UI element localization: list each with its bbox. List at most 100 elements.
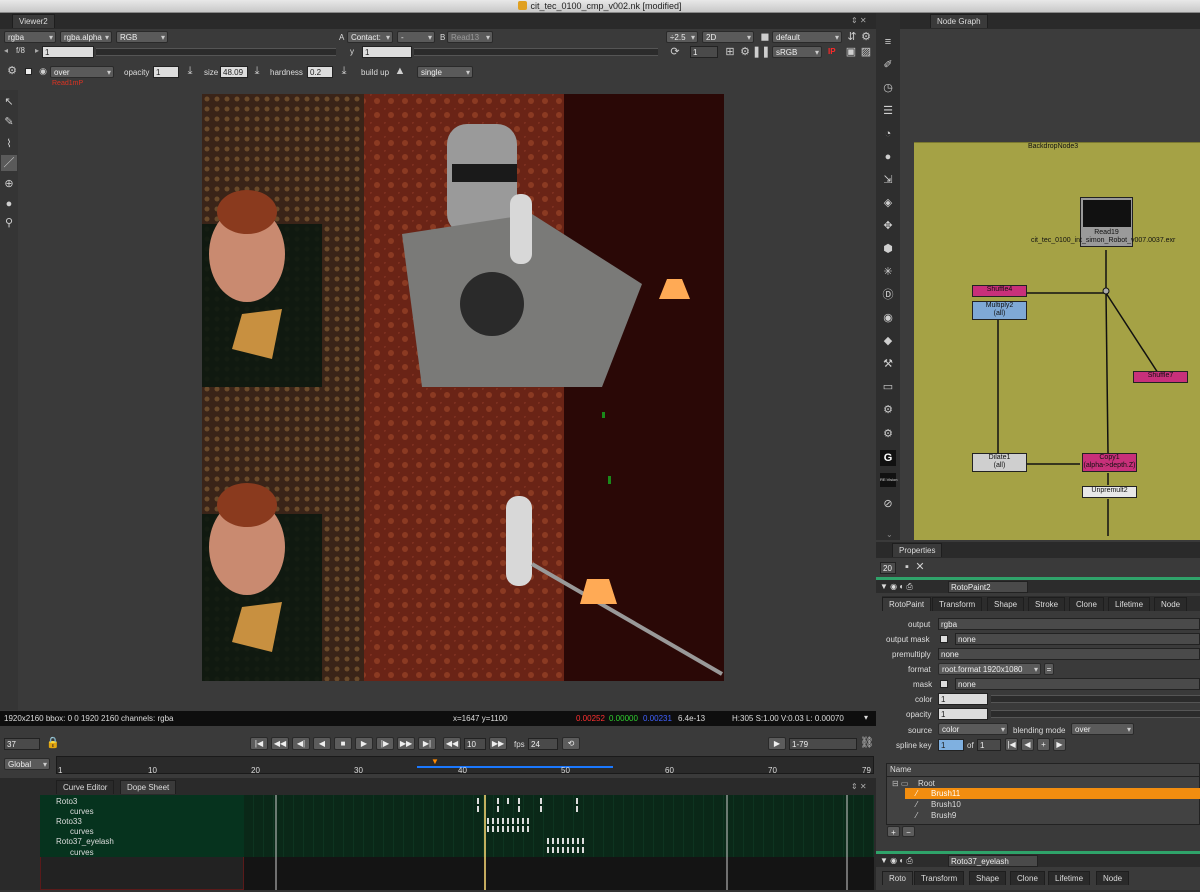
gizmo-g-icon[interactable]: G — [880, 450, 896, 466]
key-add-button[interactable]: + — [1037, 738, 1050, 751]
tab-shape[interactable]: Shape — [987, 597, 1025, 611]
key-prev-button[interactable]: ◀ — [1021, 738, 1034, 751]
node-copy1[interactable]: Copy1 (alpha->depth.Z) — [1082, 453, 1137, 472]
tab-dope-sheet[interactable]: Dope Sheet — [120, 780, 177, 794]
tab2-node[interactable]: Node — [1096, 871, 1130, 885]
increment-field[interactable]: 10 — [464, 738, 486, 750]
remove-layer-button[interactable]: − — [902, 826, 915, 837]
select-tool-icon[interactable]: ↖ — [1, 94, 17, 110]
buildup-icon[interactable]: ▲ — [392, 63, 408, 79]
brush-tool-icon[interactable]: ／ — [1, 155, 17, 171]
size-anim-icon[interactable]: ⤓ — [249, 63, 265, 79]
fps-field[interactable]: 24 — [528, 738, 558, 750]
status-menu-icon[interactable]: ▾ — [864, 713, 868, 722]
tab2-shape[interactable]: Shape — [969, 871, 1007, 885]
in-out-icon[interactable]: ⛓ — [859, 735, 875, 751]
node-unpremult2[interactable]: Unpremult2 — [1082, 486, 1137, 498]
tab2-transform[interactable]: Transform — [914, 871, 965, 885]
image-nodes-icon[interactable]: ≡ — [880, 34, 896, 50]
key-first-button[interactable]: |◀ — [1005, 738, 1018, 751]
loop-button[interactable]: ⟲ — [562, 737, 580, 750]
tab-stroke[interactable]: Stroke — [1028, 597, 1066, 611]
colorspace-dropdown[interactable]: RGB — [116, 31, 168, 43]
tab-properties[interactable]: Properties — [892, 543, 943, 557]
layer-brush10[interactable]: Brush10 — [931, 800, 961, 809]
dope-item-roto33[interactable]: Roto33 — [56, 817, 82, 826]
tool-icon[interactable]: ⚙ — [858, 29, 874, 45]
source-dropdown[interactable]: color — [938, 723, 1008, 735]
tab-node[interactable]: Node — [1154, 597, 1188, 611]
node-collapse-icon[interactable]: ▼ ◉ ◐ ⎙ — [880, 582, 913, 592]
skip-back-button[interactable]: ◀◀ — [443, 737, 461, 750]
tab-transform[interactable]: Transform — [932, 597, 983, 611]
gain-field[interactable]: 1 — [42, 46, 94, 58]
opacity-field[interactable]: 1 — [153, 66, 179, 78]
color-field[interactable]: 1 — [938, 693, 988, 705]
node-shuffle4[interactable]: Shuffle4 — [972, 285, 1027, 297]
plugin2-icon[interactable]: ⚙ — [880, 426, 896, 442]
viewer-image[interactable] — [202, 94, 724, 681]
ip-button[interactable]: IP — [828, 47, 836, 56]
color-slider[interactable] — [991, 695, 1200, 703]
output-field[interactable]: rgba — [938, 618, 1200, 630]
panel-menu-icon[interactable]: ⇕ ✕ — [851, 16, 867, 25]
premultiply-field[interactable]: none — [938, 648, 1200, 660]
flipbook-button[interactable]: ▶ — [768, 737, 786, 750]
input-b-dropdown[interactable]: Read13 — [447, 31, 493, 43]
step-forward-button[interactable]: |▶ — [376, 737, 394, 750]
transform-nodes-icon[interactable]: ✥ — [880, 218, 896, 234]
tab2-roto[interactable]: Roto — [882, 871, 913, 885]
dope-item-curves-2[interactable]: curves — [70, 827, 94, 836]
tab-viewer2[interactable]: Viewer2 — [12, 14, 55, 28]
node-dilate1[interactable]: Dilate1 (all) — [972, 453, 1027, 472]
gamma-slider[interactable] — [414, 48, 658, 56]
channel-nodes-icon[interactable]: ☰ — [880, 103, 896, 119]
tab-lifetime[interactable]: Lifetime — [1108, 597, 1151, 611]
clone-tool-icon[interactable]: ⊕ — [1, 176, 17, 192]
node-multiply2[interactable]: Multiply2 (all) — [972, 301, 1027, 320]
output-mask-checkbox[interactable] — [940, 635, 948, 643]
revision-icon[interactable]: RE:Vision — [880, 473, 898, 487]
toolbar-more-icon[interactable]: ⌄ — [886, 530, 893, 539]
prev-keyframe-button[interactable]: ◀◀ — [271, 737, 289, 750]
lock-icon[interactable]: 🔒 — [45, 735, 61, 751]
format-edit-button[interactable]: = — [1044, 663, 1054, 675]
of-field[interactable]: 1 — [977, 739, 1001, 751]
plugin1-icon[interactable]: ⚙ — [880, 402, 896, 418]
layer-brush11[interactable]: Brush11 — [931, 789, 960, 798]
bspline-tool-icon[interactable]: ⌇ — [1, 136, 17, 152]
frame-number-field[interactable]: 37 — [4, 738, 40, 750]
settings-gear-icon[interactable]: ⚙ — [4, 63, 20, 79]
mask-field[interactable]: none — [955, 678, 1200, 690]
next-icon[interactable]: ▸ — [35, 46, 39, 55]
key-next-button[interactable]: ▶ — [1053, 738, 1066, 751]
dodge-tool-icon[interactable]: ⚲ — [1, 215, 17, 231]
hardness-field[interactable]: 0.2 — [307, 66, 333, 78]
dope-item-roto3[interactable]: Roto3 — [56, 797, 77, 806]
gain-mode[interactable]: f/8 — [16, 46, 25, 55]
skip-forward-button[interactable]: ▶▶ — [489, 737, 507, 750]
bezier-tool-icon[interactable]: ✎ — [1, 114, 17, 130]
blur-tool-icon[interactable]: ● — [1, 196, 17, 212]
dope-item-roto37[interactable]: Roto37_eyelash — [56, 837, 114, 846]
merge-nodes-icon[interactable]: ◈ — [880, 195, 896, 211]
tab2-lifetime[interactable]: Lifetime — [1048, 871, 1091, 885]
input-a-dropdown[interactable]: Contact: — [347, 31, 393, 43]
first-frame-button[interactable]: |◀ — [250, 737, 268, 750]
gain-slider[interactable] — [96, 48, 336, 56]
frame-field[interactable]: 1 — [690, 46, 718, 58]
properties-clear-icon[interactable]: ✕ — [912, 559, 928, 575]
time-nodes-icon[interactable]: ◷ — [880, 80, 896, 96]
add-layer-button[interactable]: + — [887, 826, 900, 837]
color-swatch[interactable] — [25, 68, 32, 75]
dope-keyframe-area[interactable] — [244, 795, 874, 890]
dope-panel-menu-icon[interactable]: ⇕ ✕ — [851, 782, 867, 791]
properties-count-field[interactable]: 20 — [880, 562, 896, 574]
sync-icon[interactable]: ⚙ — [737, 44, 753, 60]
opacity-prop-slider[interactable] — [991, 710, 1200, 718]
wipe-dropdown[interactable]: - — [397, 31, 435, 43]
dope-item-curves-1[interactable]: curves — [70, 807, 94, 816]
layer-brush9[interactable]: Brush9 — [931, 811, 956, 820]
alpha-dropdown[interactable]: rgba.alpha — [60, 31, 112, 43]
size-field[interactable]: 48.09 — [220, 66, 248, 78]
